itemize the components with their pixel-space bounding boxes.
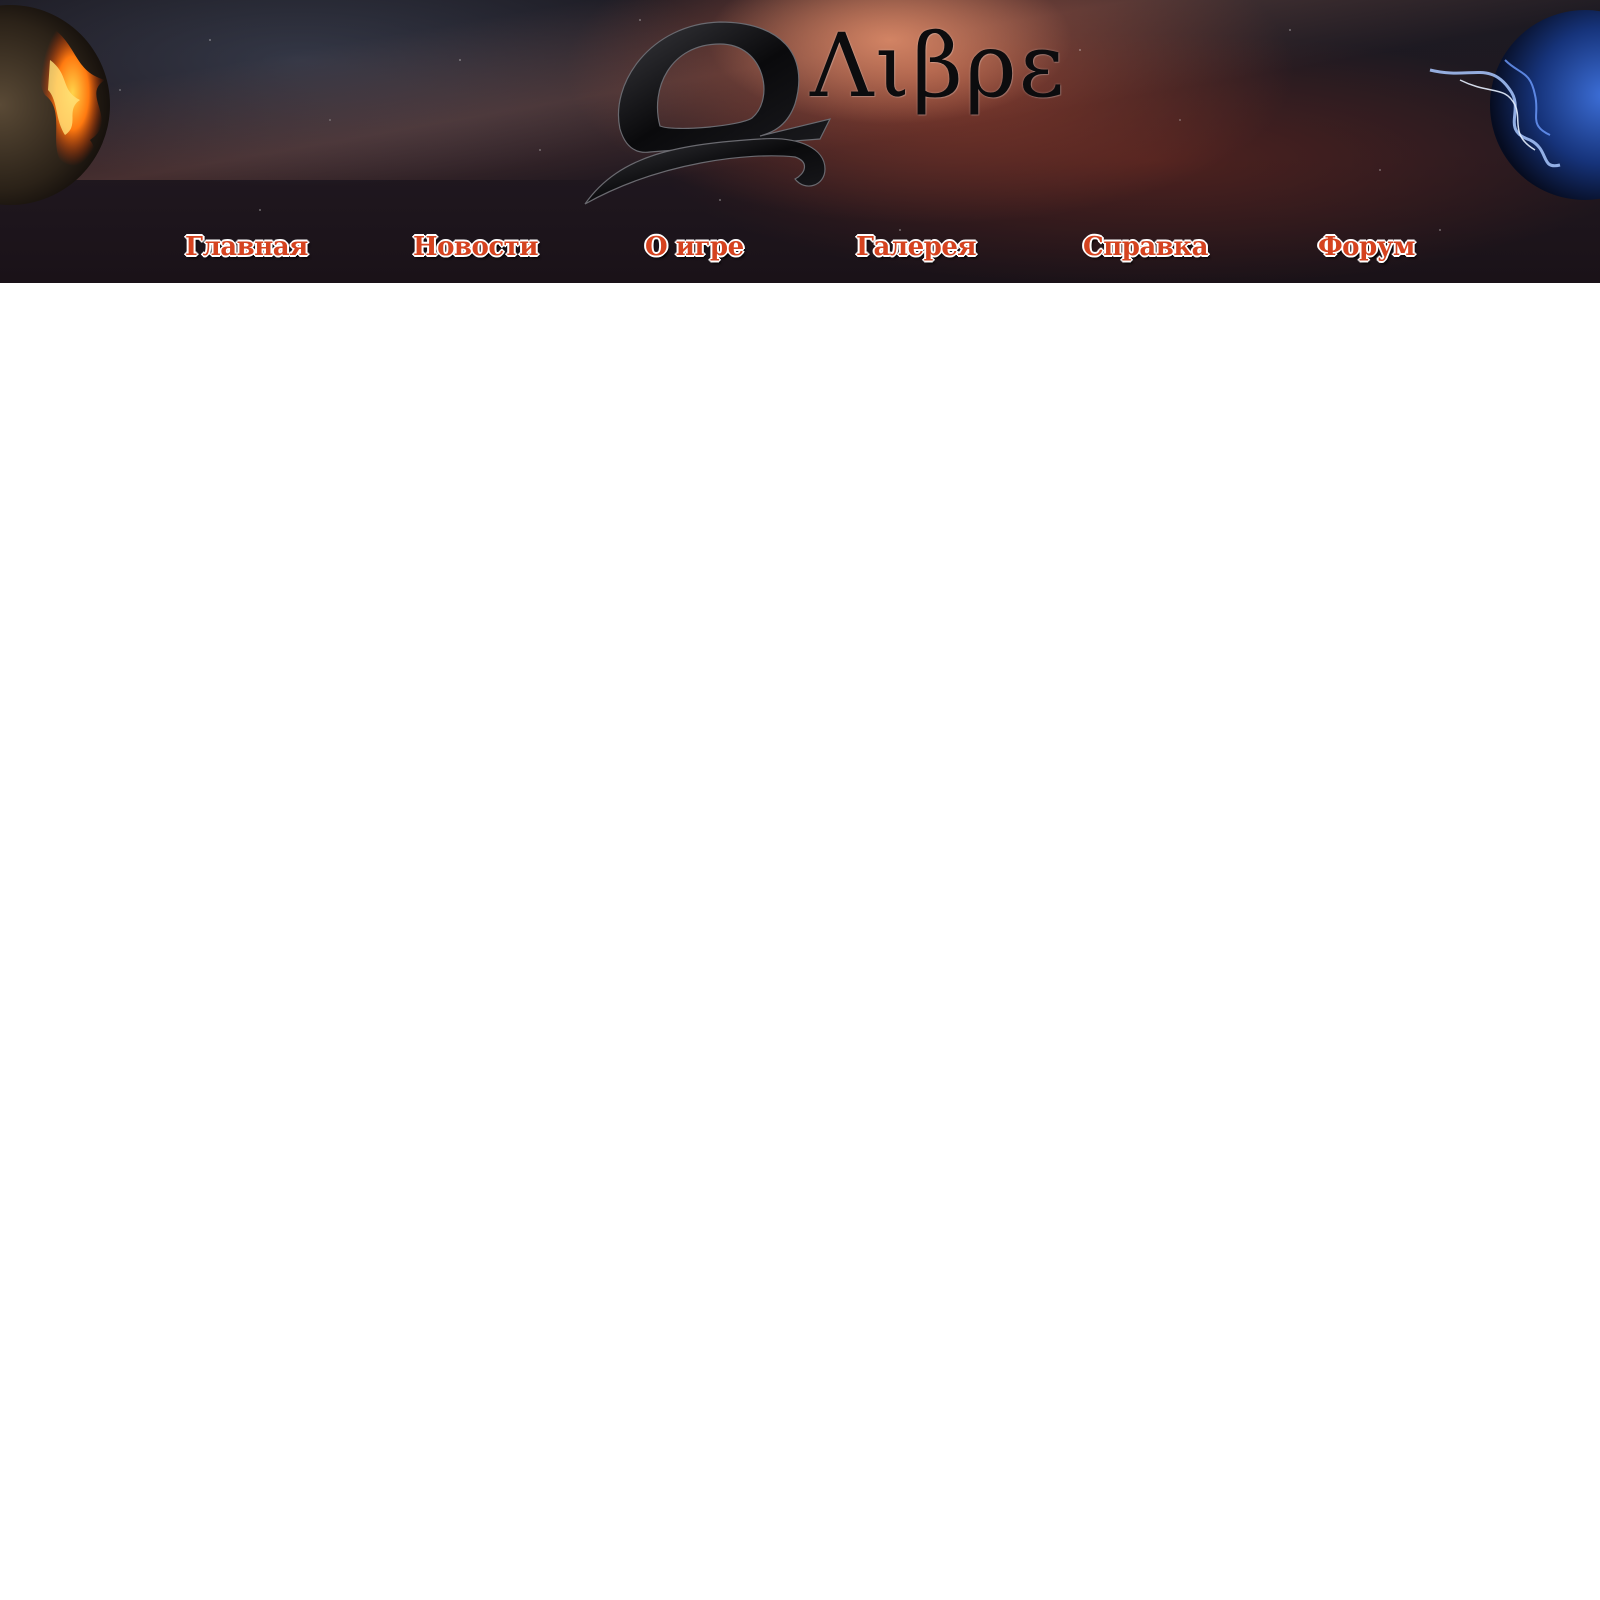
nav-item-forum[interactable]: Форум [1318, 232, 1415, 262]
site-header: Λιβρε Главная Новости О игре Галерея Спр… [0, 0, 1600, 283]
logo-text: Λιβρε [810, 14, 1067, 117]
nav-item-home[interactable]: Главная [185, 232, 308, 262]
nav-item-news[interactable]: Новости [413, 232, 539, 262]
ice-planet-icon [1429, 10, 1600, 200]
main-navigation: Главная Новости О игре Галерея Справка Ф… [0, 232, 1600, 272]
nav-item-help[interactable]: Справка [1083, 232, 1208, 262]
main-content-area [0, 283, 1600, 1600]
site-logo[interactable]: Λιβρε [580, 14, 1064, 214]
nav-item-gallery[interactable]: Галерея [856, 232, 977, 262]
nav-item-about-game[interactable]: О игре [645, 232, 744, 262]
libra-symbol-icon [584, 21, 832, 205]
fire-planet-icon [0, 5, 110, 205]
